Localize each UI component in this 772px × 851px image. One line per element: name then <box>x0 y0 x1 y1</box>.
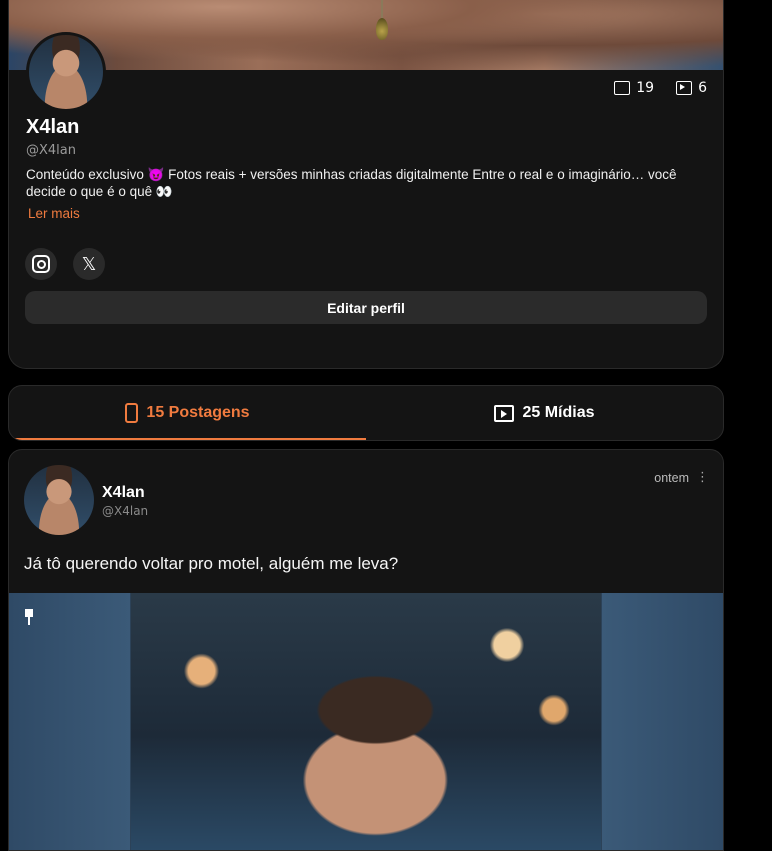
instagram-icon <box>32 255 50 273</box>
phone-icon <box>125 403 139 423</box>
more-options-icon[interactable]: ⋮ <box>696 470 709 485</box>
necklace-pendant <box>376 18 388 40</box>
video-icon <box>676 81 693 95</box>
cover-image <box>9 0 723 70</box>
post-author-avatar[interactable] <box>24 465 94 535</box>
profile-stats: 19 6 <box>614 80 707 96</box>
instagram-button[interactable] <box>25 248 57 280</box>
tab-posts-label: 15 Postagens <box>146 404 250 421</box>
tab-media-label: 25 Mídias <box>522 404 595 421</box>
tab-media[interactable]: 25 Mídias <box>366 386 723 440</box>
necklace-chain <box>381 0 383 20</box>
x-icon: 𝕏 <box>81 253 97 275</box>
active-tab-indicator <box>9 438 366 440</box>
post-photo[interactable] <box>131 593 601 850</box>
image-icon <box>614 81 631 95</box>
post-timestamp: ontem <box>654 471 689 485</box>
post-media[interactable] <box>9 593 723 850</box>
video-icon <box>494 404 515 422</box>
profile-name: X4lan <box>26 116 80 138</box>
profile-avatar[interactable] <box>26 32 106 112</box>
video-count: 6 <box>698 80 707 96</box>
profile-bio: Conteúdo exclusivo 😈 Fotos reais + versõ… <box>26 167 677 199</box>
profile-card: 19 6 X4lan @X4lan Conteúdo exclusivo 😈 F… <box>8 0 724 369</box>
x-button[interactable]: 𝕏 <box>73 248 105 280</box>
edit-profile-button[interactable]: Editar perfil <box>25 291 707 324</box>
read-more-link[interactable]: Ler mais <box>28 206 80 221</box>
post-card: X4lan @X4lan ontem ⋮ Já tô querendo volt… <box>8 449 724 851</box>
post-text: Já tô querendo voltar pro motel, alguém … <box>24 554 399 573</box>
post-author-name[interactable]: X4lan <box>102 484 145 502</box>
photo-count: 19 <box>636 80 655 96</box>
pin-icon <box>23 609 35 625</box>
post-author-handle: @X4lan <box>102 504 149 518</box>
profile-tabs: 15 Postagens 25 Mídias <box>8 385 724 441</box>
tab-posts[interactable]: 15 Postagens <box>9 386 366 440</box>
profile-handle: @X4lan <box>26 143 76 158</box>
